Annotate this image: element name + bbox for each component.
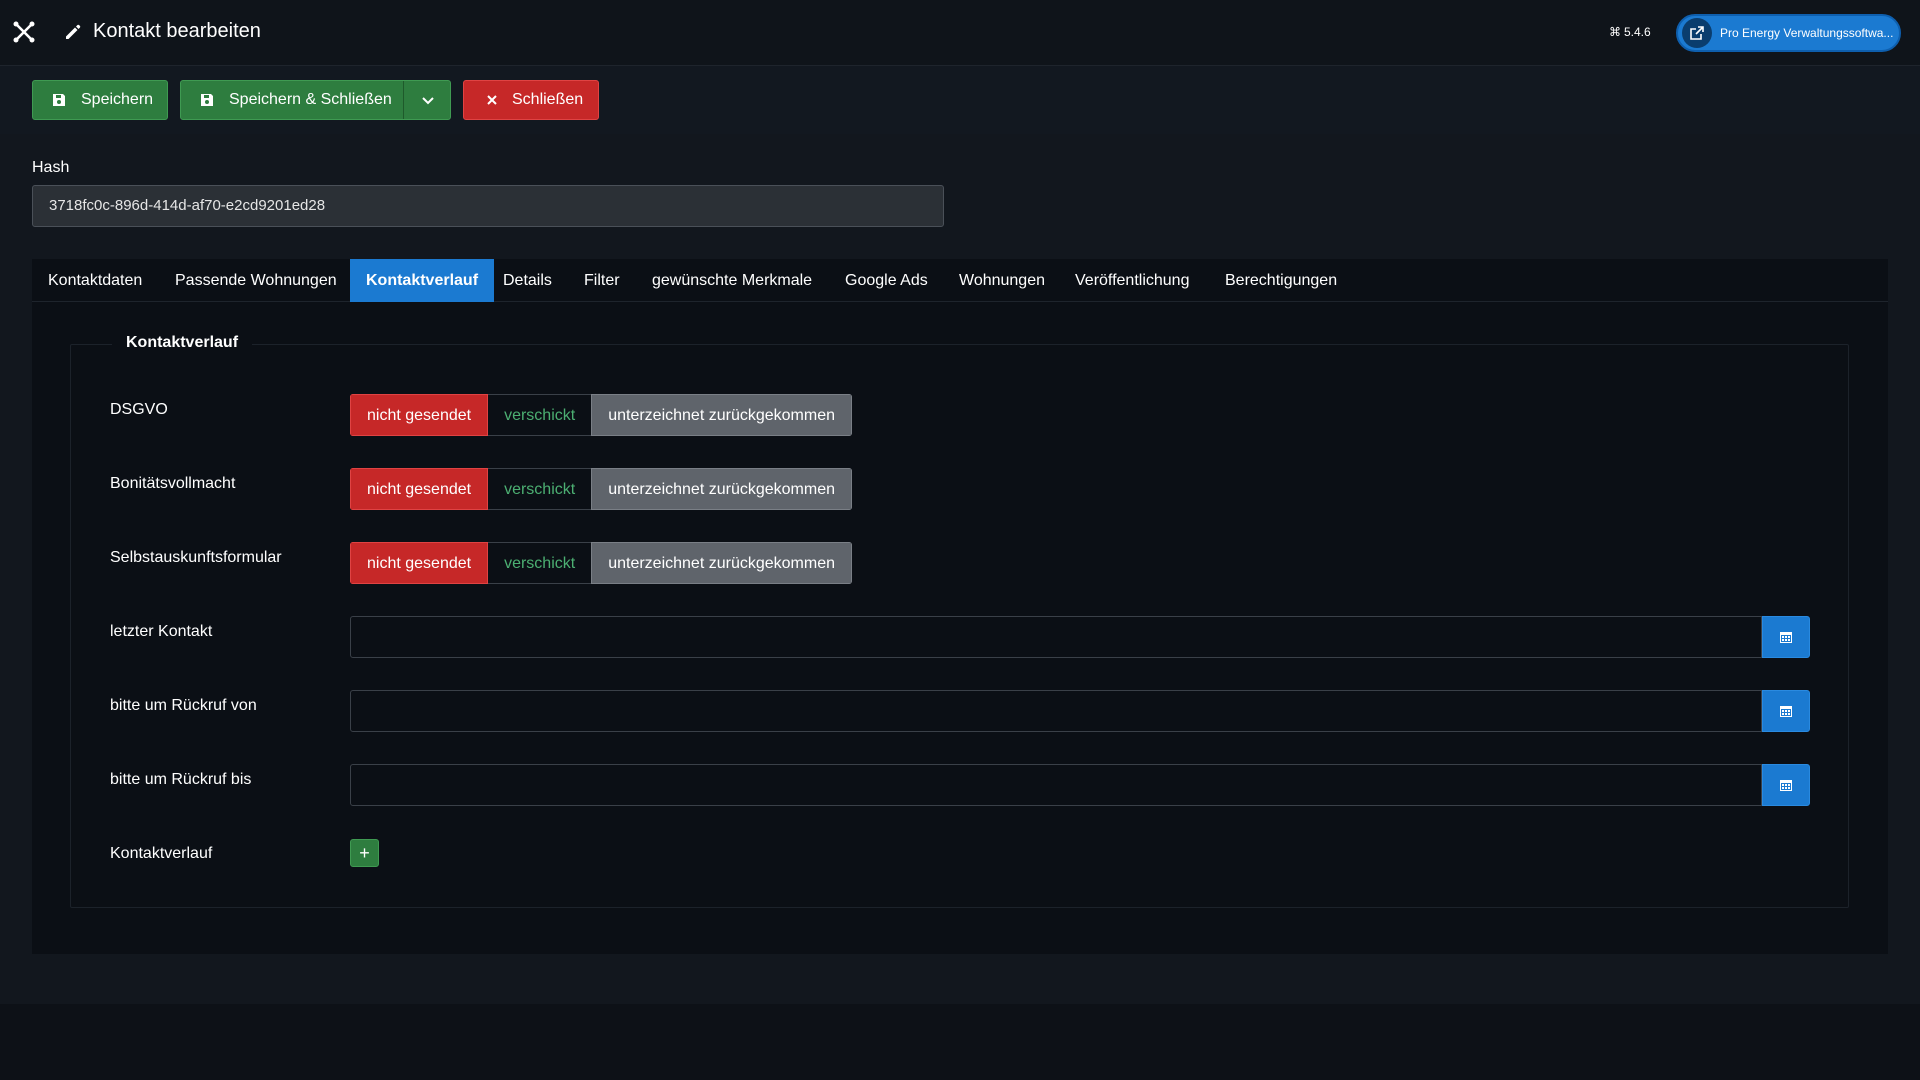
close-button[interactable]: Schließen (463, 80, 599, 120)
close-icon (487, 95, 497, 105)
dsgvo-option-nicht-gesendet[interactable]: nicht gesendet (350, 394, 489, 436)
calendar-icon (1780, 706, 1792, 717)
letzter-kontakt-calendar-button[interactable] (1762, 616, 1810, 658)
page-title: Kontakt bearbeiten (93, 20, 261, 42)
save-close-label: Speichern & Schließen (229, 91, 392, 108)
joomla-small-icon: ⌘ (1609, 25, 1621, 39)
bonitaet-option-verschickt[interactable]: verschickt (488, 468, 592, 510)
dsgvo-option-unterzeichnet[interactable]: unterzeichnet zurückgekommen (591, 394, 852, 436)
version-text: 5.4.6 (1624, 25, 1651, 39)
site-link-button[interactable]: Pro Energy Verwaltungssoftwa... (1676, 14, 1901, 52)
pencil-icon (66, 24, 81, 39)
joomla-logo-icon[interactable] (12, 20, 36, 44)
selbstauskunft-label: Selbstauskunftsformular (110, 549, 282, 566)
fieldset-legend: Kontaktverlauf (112, 334, 253, 352)
add-history-button[interactable]: + (350, 839, 379, 867)
floppy-disk-icon (201, 94, 213, 106)
rueckruf-von-input[interactable] (350, 690, 1762, 732)
save-button[interactable]: Speichern (32, 80, 168, 120)
rueckruf-bis-label: bitte um Rückruf bis (110, 771, 252, 788)
selbstauskunft-status-group: nicht gesendet verschickt unterzeichnet … (350, 542, 852, 584)
hash-field[interactable]: 3718fc0c-896d-414d-af70-e2cd9201ed28 (32, 185, 944, 227)
hash-label: Hash (32, 159, 70, 176)
save-dropdown-toggle[interactable] (404, 81, 451, 119)
selbstauskunft-option-nicht-gesendet[interactable]: nicht gesendet (350, 542, 489, 584)
bonitaetsvollmacht-status-group: nicht gesendet verschickt unterzeichnet … (350, 468, 852, 510)
save-label: Speichern (81, 91, 154, 108)
tab-veroeffentlichung[interactable]: Veröffentlichung (1059, 259, 1205, 302)
rueckruf-bis-calendar-button[interactable] (1762, 764, 1810, 806)
tab-bar: Kontaktdaten Passende Wohnungen Kontaktv… (32, 259, 1888, 302)
save-close-button[interactable]: Speichern & Schließen (180, 80, 451, 120)
page-title-wrap: Kontakt bearbeiten (63, 20, 261, 43)
tab-gewuenschte-merkmale[interactable]: gewünschte Merkmale (636, 259, 828, 302)
dsgvo-label: DSGVO (110, 401, 168, 418)
rueckruf-von-calendar-button[interactable] (1762, 690, 1810, 732)
tab-berechtigungen[interactable]: Berechtigungen (1209, 259, 1353, 302)
version-badge: ⌘ 5.4.6 (1609, 25, 1651, 39)
tab-wohnungen[interactable]: Wohnungen (943, 259, 1061, 302)
toolbar: Speichern Speichern & Schließen Schließe… (0, 66, 1920, 134)
dsgvo-option-verschickt[interactable]: verschickt (488, 394, 592, 436)
kontaktverlauf-label: Kontaktverlauf (110, 845, 213, 862)
calendar-icon (1780, 780, 1792, 791)
calendar-icon (1780, 632, 1792, 643)
dsgvo-status-group: nicht gesendet verschickt unterzeichnet … (350, 394, 852, 436)
floppy-disk-icon (53, 94, 65, 106)
bonitaet-option-unterzeichnet[interactable]: unterzeichnet zurückgekommen (591, 468, 852, 510)
site-link-label: Pro Energy Verwaltungssoftwa... (1720, 26, 1894, 40)
selbstauskunft-option-verschickt[interactable]: verschickt (488, 542, 592, 584)
tab-kontaktverlauf[interactable]: Kontaktverlauf (350, 259, 495, 302)
external-link-icon (1682, 18, 1712, 48)
selbstauskunft-option-unterzeichnet[interactable]: unterzeichnet zurückgekommen (591, 542, 852, 584)
chevron-down-icon (421, 97, 434, 105)
app-header: Kontakt bearbeiten ⌘ 5.4.6 Pro Energy Ve… (0, 0, 1920, 66)
tab-kontaktdaten[interactable]: Kontaktdaten (32, 259, 158, 302)
tab-filter[interactable]: Filter (568, 259, 636, 302)
rueckruf-bis-input[interactable] (350, 764, 1762, 806)
letzter-kontakt-label: letzter Kontakt (110, 623, 213, 640)
tab-passende-wohnungen[interactable]: Passende Wohnungen (159, 259, 353, 302)
letzter-kontakt-input[interactable] (350, 616, 1762, 658)
rueckruf-von-label: bitte um Rückruf von (110, 697, 257, 714)
close-label: Schließen (512, 91, 584, 108)
bonitaetsvollmacht-label: Bonitätsvollmacht (110, 475, 236, 492)
tab-google-ads[interactable]: Google Ads (829, 259, 944, 302)
tab-details[interactable]: Details (487, 259, 568, 302)
bonitaet-option-nicht-gesendet[interactable]: nicht gesendet (350, 468, 489, 510)
